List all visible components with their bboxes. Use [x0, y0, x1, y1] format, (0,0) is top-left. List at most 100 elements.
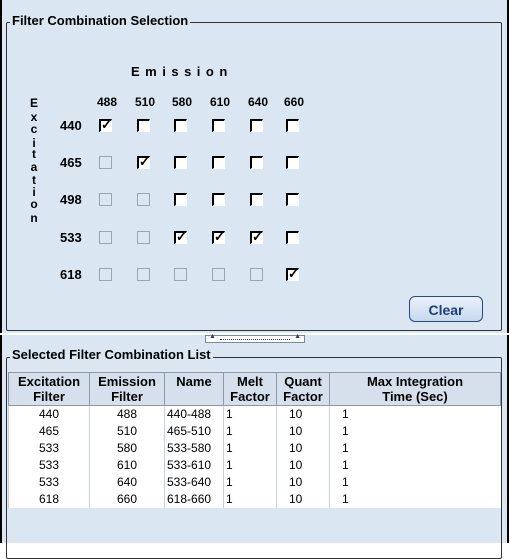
excitation-row-label: 465 [60, 155, 82, 170]
filter-checkbox [212, 268, 225, 281]
checkmark-icon: ✓ [214, 229, 225, 244]
table-cell: 488 [89, 405, 165, 423]
filter-selection-group [6, 22, 502, 331]
checkmark-icon: ✓ [101, 117, 112, 132]
table-cell: 10 [276, 491, 330, 508]
checkmark-icon: ✓ [139, 154, 150, 169]
table-cell: 533 [8, 474, 90, 491]
table-row[interactable]: 440 488 440-488 1 10 1 [8, 405, 501, 423]
filter-checkbox[interactable] [212, 119, 225, 132]
filter-checkbox[interactable] [286, 156, 299, 169]
filter-checkbox[interactable] [174, 193, 187, 206]
filter-checkbox[interactable] [286, 119, 299, 132]
table-cell: 1 [223, 440, 277, 457]
excitation-row-label: 498 [60, 192, 82, 207]
table-row[interactable]: 533 640 533-640 1 10 1 [8, 474, 501, 491]
filter-checkbox [250, 268, 263, 281]
table-cell: 1 [329, 474, 501, 491]
filter-checkbox[interactable]: ✓ [250, 229, 263, 244]
table-cell: 465 [8, 423, 90, 440]
table-cell: 465-510 [164, 423, 224, 440]
table-row[interactable]: 618 660 618-660 1 10 1 [8, 491, 501, 508]
filter-checkbox [137, 268, 150, 281]
emission-title: Emission [131, 64, 233, 79]
table-cell: 1 [223, 457, 277, 474]
table-cell: 1 [329, 440, 501, 457]
excitation-row-label: 618 [60, 267, 82, 282]
table-cell: 1 [223, 405, 277, 423]
excitation-letter: o [30, 197, 38, 211]
table-cell: 640 [89, 474, 165, 491]
table-cell: 510 [89, 423, 165, 440]
table-cell: 533-610 [164, 457, 224, 474]
checkmark-icon: ✓ [176, 229, 187, 244]
table-row[interactable]: 533 580 533-580 1 10 1 [8, 440, 501, 457]
table-cell: 610 [89, 457, 165, 474]
splitter-grip [220, 339, 290, 340]
table-cell: 1 [329, 423, 501, 440]
filter-checkbox[interactable] [212, 193, 225, 206]
filter-checkbox [99, 231, 112, 244]
filter-checkbox[interactable] [174, 119, 187, 132]
excitation-row-label: 533 [60, 230, 82, 245]
filter-checkbox [137, 231, 150, 244]
table-cell: 1 [329, 491, 501, 508]
column-header[interactable]: Excitation Filter [8, 372, 90, 406]
filter-checkbox[interactable]: ✓ [174, 229, 187, 244]
table-cell: 533 [8, 457, 90, 474]
filter-checkbox[interactable] [250, 119, 263, 132]
table-cell: 533-580 [164, 440, 224, 457]
table-cell: 618 [8, 491, 90, 508]
filter-checkbox[interactable]: ✓ [286, 266, 299, 281]
table-cell: 533 [8, 440, 90, 457]
filter-list-title: Selected Filter Combination List [10, 347, 213, 362]
emission-header: 488 [96, 95, 118, 109]
table-cell: 10 [276, 423, 330, 440]
clear-button[interactable]: Clear [409, 296, 483, 322]
filter-checkbox [99, 156, 112, 169]
emission-header: 660 [283, 95, 305, 109]
filter-checkbox[interactable]: ✓ [99, 117, 112, 132]
table-cell: 1 [329, 457, 501, 474]
table-cell: 10 [276, 474, 330, 491]
column-header[interactable]: Melt Factor [223, 372, 277, 406]
excitation-row-label: 440 [60, 118, 82, 133]
filter-checkbox[interactable]: ✓ [137, 154, 150, 169]
table-cell: 533-640 [164, 474, 224, 491]
excitation-letter: t [32, 147, 36, 161]
emission-header: 580 [171, 95, 193, 109]
filter-checkbox[interactable] [286, 231, 299, 244]
filter-checkbox[interactable] [250, 156, 263, 169]
filter-checkbox[interactable] [137, 119, 150, 132]
filter-selection-title: Filter Combination Selection [10, 13, 191, 28]
filter-checkbox [99, 268, 112, 281]
filter-checkbox [137, 193, 150, 206]
filter-checkbox [174, 268, 187, 281]
checkmark-icon: ✓ [252, 229, 263, 244]
filter-checkbox[interactable] [250, 193, 263, 206]
table-header-row: Excitation Filter Emission Filter Name Melt F… [8, 372, 501, 406]
excitation-letter: n [30, 211, 38, 225]
splitter-handle[interactable]: ▲ ▲ [205, 333, 305, 343]
table-body: 440 488 440-488 1 10 1 465 510 465-510 1 10 1 533 580… [8, 405, 501, 508]
filter-checkbox[interactable] [174, 156, 187, 169]
filter-checkbox[interactable]: ✓ [212, 229, 225, 244]
excitation-letter: a [30, 160, 38, 174]
column-header[interactable]: Emission Filter [89, 372, 165, 406]
filter-checkbox[interactable] [212, 156, 225, 169]
filter-checkbox[interactable] [286, 193, 299, 206]
table-cell: 10 [276, 440, 330, 457]
table-cell: 10 [276, 457, 330, 474]
column-header[interactable]: Max Integration Time (Sec) [329, 372, 501, 406]
emission-header: 640 [247, 95, 269, 109]
table-cell: 1 [223, 491, 277, 508]
column-header[interactable]: Quant Factor [276, 372, 330, 406]
table-cell: 1 [329, 405, 501, 423]
checkmark-icon: ✓ [288, 266, 299, 281]
table-row[interactable]: 465 510 465-510 1 10 1 [8, 423, 501, 440]
column-header[interactable]: Name [164, 372, 224, 406]
table-cell: 1 [223, 474, 277, 491]
table-cell: 10 [276, 405, 330, 423]
table-cell: 618-660 [164, 491, 224, 508]
table-row[interactable]: 533 610 533-610 1 10 1 [8, 457, 501, 474]
